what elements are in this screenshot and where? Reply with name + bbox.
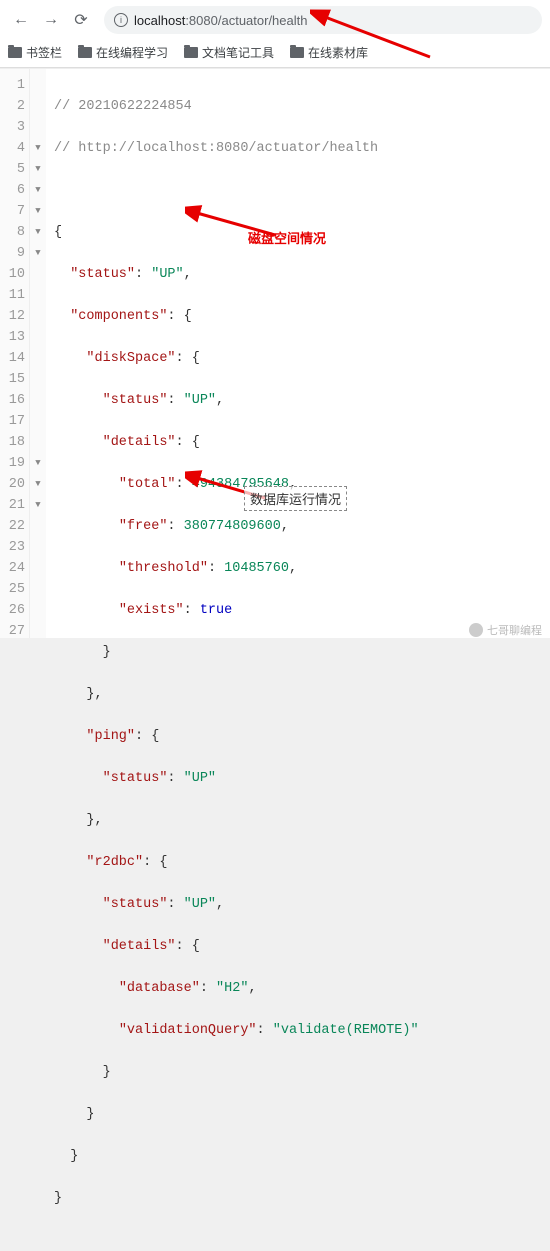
fold-toggle[interactable]: ▼ xyxy=(30,138,46,159)
browser-chrome: ← → ⟳ i localhost:8080/actuator/health 书… xyxy=(0,0,550,68)
url-path: /actuator/health xyxy=(218,13,308,28)
folder-icon xyxy=(78,47,92,58)
browser-toolbar: ← → ⟳ i localhost:8080/actuator/health xyxy=(0,0,550,40)
url-host: localhost xyxy=(134,13,185,28)
code-comment: // http://localhost:8080/actuator/health xyxy=(54,141,378,156)
forward-button[interactable]: → xyxy=(38,7,64,33)
fold-toggle[interactable]: ▼ xyxy=(30,159,46,180)
fold-toggle[interactable]: ▼ xyxy=(30,180,46,201)
code-comment: // 20210622224854 xyxy=(54,99,192,114)
back-button[interactable]: ← xyxy=(8,7,34,33)
bookmarks-bar: 书签栏 在线编程学习 文档笔记工具 在线素材库 xyxy=(0,40,550,67)
address-bar[interactable]: i localhost:8080/actuator/health xyxy=(104,6,542,34)
fold-toggle[interactable]: ▼ xyxy=(30,201,46,222)
fold-toggle[interactable]: ▼ xyxy=(30,222,46,243)
folder-icon xyxy=(290,47,304,58)
reload-button[interactable]: ⟳ xyxy=(68,7,94,33)
json-viewer: 1234567891011121314151617181920212223242… xyxy=(0,68,550,638)
source-code: // 20210622224854 // http://localhost:80… xyxy=(46,69,427,638)
bookmark-item[interactable]: 在线素材库 xyxy=(290,44,368,61)
bookmark-item[interactable]: 在线编程学习 xyxy=(78,44,168,61)
watermark-icon xyxy=(469,623,483,637)
url-port: :8080 xyxy=(185,13,218,28)
line-number-gutter: 1234567891011121314151617181920212223242… xyxy=(0,69,30,638)
fold-toggle[interactable]: ▼ xyxy=(30,243,46,264)
fold-gutter: ▼▼▼▼▼▼▼▼▼ xyxy=(30,69,46,638)
folder-icon xyxy=(184,47,198,58)
fold-toggle[interactable]: ▼ xyxy=(30,453,46,474)
site-info-icon[interactable]: i xyxy=(114,13,128,27)
bookmark-item[interactable]: 书签栏 xyxy=(8,44,62,61)
fold-toggle[interactable]: ▼ xyxy=(30,495,46,516)
watermark: 七哥聊编程 xyxy=(469,622,542,638)
bookmark-item[interactable]: 文档笔记工具 xyxy=(184,44,274,61)
fold-toggle[interactable]: ▼ xyxy=(30,474,46,495)
folder-icon xyxy=(8,47,22,58)
